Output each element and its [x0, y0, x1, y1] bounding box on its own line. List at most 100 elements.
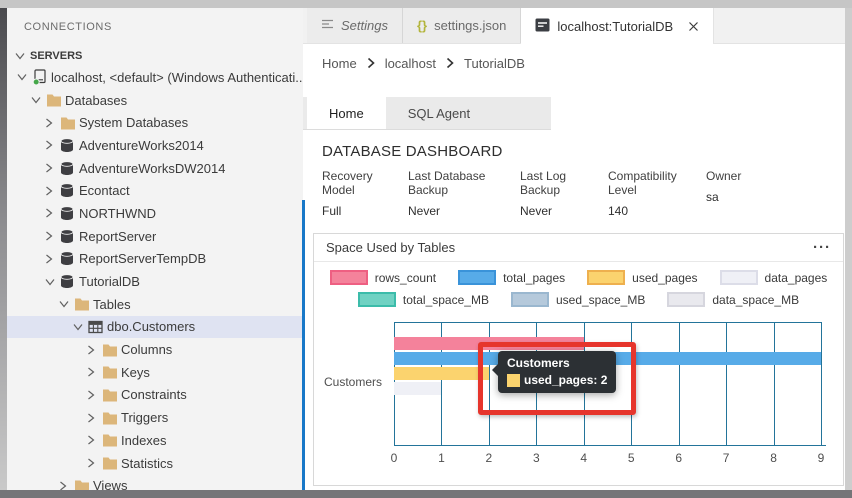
chevron-right-icon — [45, 118, 60, 128]
bar-data-pages[interactable] — [394, 382, 441, 395]
tree-item-econtact[interactable]: Econtact — [7, 179, 303, 202]
editor-tab-settings[interactable]: Settings — [307, 8, 403, 43]
legend-item-data-pages[interactable]: data_pages — [720, 270, 828, 285]
chart-legend: rows_count total_pages used_pages data_page… — [314, 270, 843, 307]
sidebar-resize-sash[interactable] — [302, 200, 305, 490]
legend-label: total_pages — [503, 271, 565, 285]
tree-item-label: Views — [93, 478, 127, 490]
database-icon — [60, 161, 79, 176]
legend-label: used_space_MB — [556, 293, 645, 307]
tree-item-databases[interactable]: Databases — [7, 89, 303, 112]
tree-item-triggers[interactable]: Triggers — [7, 406, 303, 429]
tree-item-system-databases[interactable]: System Databases — [7, 111, 303, 134]
legend-swatch — [720, 270, 758, 285]
x-tick-label: 5 — [621, 451, 641, 465]
breadcrumb-item-home[interactable]: Home — [322, 56, 357, 71]
field-label: Compatibility Level — [608, 169, 682, 197]
legend-item-data-space-mb[interactable]: data_space_MB — [667, 292, 799, 307]
editor-tab-label: Settings — [341, 18, 388, 33]
folder-icon — [74, 479, 93, 490]
tree-item-views[interactable]: Views — [7, 474, 303, 490]
tree-item-northwnd[interactable]: NORTHWND — [7, 202, 303, 225]
legend-row-2: total_space_MB used_space_MB data_space_MB — [314, 292, 843, 307]
field-value: sa — [706, 190, 741, 204]
window-left-edge — [0, 8, 7, 490]
chevron-right-icon — [45, 208, 60, 218]
folder-icon — [102, 343, 121, 357]
gridline — [821, 322, 822, 445]
x-tick-label: 3 — [526, 451, 546, 465]
tree-item-constraints[interactable]: Constraints — [7, 384, 303, 407]
tooltip-series-swatch — [507, 374, 520, 387]
servers-section-header[interactable]: SERVERS — [7, 46, 303, 66]
tree-item-label: Tables — [93, 297, 131, 312]
chevron-right-icon — [45, 231, 60, 241]
chevron-right-icon — [45, 140, 60, 150]
tree-item-columns[interactable]: Columns — [7, 338, 303, 361]
chevron-down-icon — [31, 96, 46, 104]
tree-item-label: ReportServer — [79, 229, 156, 244]
breadcrumb: Home localhost TutorialDB — [303, 44, 845, 82]
chevron-down-icon — [45, 278, 60, 286]
dashboard-tab-strip: HomeSQL Agent — [303, 97, 551, 130]
breadcrumb-item-localhost[interactable]: localhost — [385, 56, 436, 71]
bar-used-pages[interactable] — [394, 367, 489, 380]
tree-item-localhost-default-wi[interactable]: localhost, <default> (Windows Authentica… — [7, 66, 303, 89]
tree-item-indexes[interactable]: Indexes — [7, 429, 303, 452]
field-label: Last Log Backup — [520, 169, 584, 197]
legend-item-rows-count[interactable]: rows_count — [330, 270, 436, 285]
editor-tab-label: localhost:TutorialDB — [557, 19, 673, 34]
more-actions-icon[interactable]: ··· — [813, 243, 831, 253]
tree-item-label: Columns — [121, 342, 172, 357]
bar-rows-count[interactable] — [394, 337, 584, 350]
field-value: Never — [520, 204, 584, 218]
chevron-down-icon — [15, 52, 30, 60]
tree-item-adventureworks2014[interactable]: AdventureWorks2014 — [7, 134, 303, 157]
editor-tab-localhost-tutorialdb[interactable]: localhost:TutorialDB — [521, 8, 714, 44]
tree-item-label: dbo.Customers — [107, 319, 195, 334]
tree-item-adventureworksdw2014[interactable]: AdventureWorksDW2014 — [7, 157, 303, 180]
tree-item-label: localhost, <default> (Windows Authentica… — [51, 70, 303, 85]
legend-label: rows_count — [375, 271, 436, 285]
gridline — [679, 322, 680, 445]
folder-icon — [60, 116, 79, 130]
field-owner: Owner sa — [706, 169, 741, 218]
panel-header: Space Used by Tables ··· — [314, 234, 843, 262]
legend-item-total-pages[interactable]: total_pages — [458, 270, 565, 285]
chevron-down-icon — [59, 300, 74, 308]
window-right-edge — [845, 8, 852, 490]
plot-top-border — [394, 322, 821, 323]
field-compatibility-level: Compatibility Level 140 — [608, 169, 682, 218]
folder-icon — [102, 433, 121, 447]
tree-item-reportservertempdb[interactable]: ReportServerTempDB — [7, 248, 303, 271]
app-window: CONNECTIONS SERVERS localhost, <default>… — [0, 0, 852, 498]
chevron-right-icon — [87, 458, 102, 468]
tree-item-tables[interactable]: Tables — [7, 293, 303, 316]
tree-item-dbo-customers[interactable]: dbo.Customers — [7, 316, 303, 339]
tab-sql-agent[interactable]: SQL Agent — [386, 97, 492, 129]
breadcrumb-item-tutorialdb[interactable]: TutorialDB — [464, 56, 525, 71]
tab-home[interactable]: Home — [307, 97, 386, 129]
tree-item-statistics[interactable]: Statistics — [7, 452, 303, 475]
dashboard-icon — [535, 18, 550, 35]
editor-tab-settings-json[interactable]: {}settings.json — [403, 8, 521, 43]
field-value: 140 — [608, 204, 682, 218]
bar-total-pages[interactable] — [394, 352, 821, 365]
legend-item-used-space-mb[interactable]: used_space_MB — [511, 292, 645, 307]
legend-item-used-pages[interactable]: used_pages — [587, 270, 697, 285]
folder-icon — [74, 297, 93, 311]
folder-icon — [102, 365, 121, 379]
tree-item-keys[interactable]: Keys — [7, 361, 303, 384]
close-icon[interactable] — [688, 21, 699, 32]
tree-item-reportserver[interactable]: ReportServer — [7, 225, 303, 248]
category-label: Customers — [314, 375, 382, 389]
tree-item-tutorialdb[interactable]: TutorialDB — [7, 270, 303, 293]
x-tick-label: 1 — [431, 451, 451, 465]
database-icon — [60, 183, 79, 198]
tree-item-label: ReportServerTempDB — [79, 251, 206, 266]
space-used-by-tables-panel: Space Used by Tables ··· rows_counttotal… — [313, 233, 844, 486]
tree-item-label: Econtact — [79, 183, 130, 198]
legend-swatch — [358, 292, 396, 307]
legend-item-total-space-mb[interactable]: total_space_MB — [358, 292, 489, 307]
field-label: Owner — [706, 169, 741, 183]
